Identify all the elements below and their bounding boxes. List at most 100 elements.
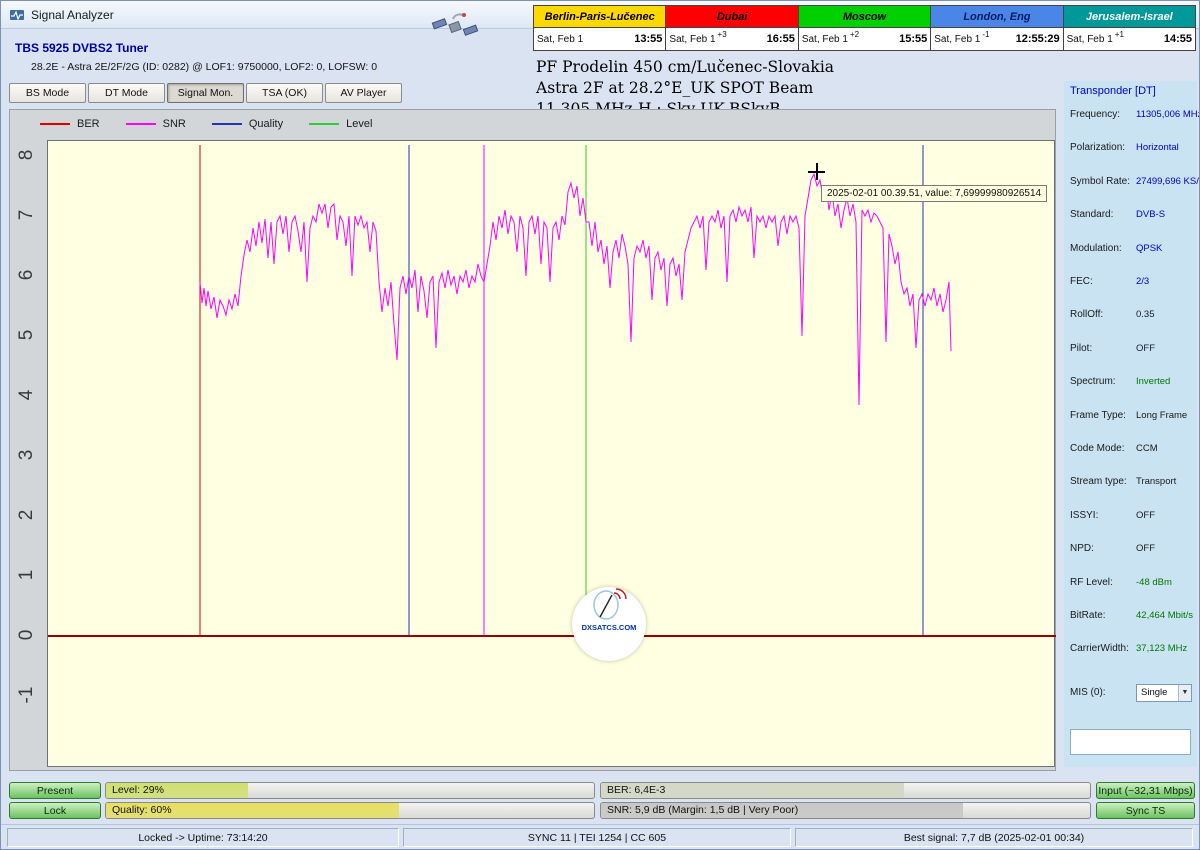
y-tick-2: 2 — [16, 502, 38, 528]
chevron-down-icon: ▼ — [1178, 685, 1191, 701]
field-label: Modulation: — [1070, 243, 1122, 254]
clock-time-row: Sat, Feb 113:55 — [534, 28, 665, 50]
chart-tooltip: 2025-02-01 00.39.51, value: 7,6999998092… — [821, 185, 1047, 202]
field-value: QPSK — [1136, 243, 1162, 254]
clock-date: Sat, Feb 1 — [1067, 34, 1113, 45]
clock-utc-offset: +1 — [1115, 28, 1124, 39]
y-tick--1: -1 — [16, 682, 38, 708]
field-label: Symbol Rate: — [1070, 176, 1130, 187]
field-value: DVB-S — [1136, 209, 1165, 220]
transponder-row-fec: FEC: 2/3 — [1064, 276, 1197, 292]
field-label: CarrierWidth: — [1070, 643, 1129, 654]
tuner-subtitle: 28.2E - Astra 2E/2F/2G (ID: 0282) @ LOF1… — [31, 61, 377, 73]
button-tsa-ok-[interactable]: TSA (OK) — [246, 83, 323, 103]
field-value: CCM — [1136, 443, 1158, 454]
legend-label: Quality — [249, 118, 283, 130]
clock-time-row: Sat, Feb 1+215:55 — [799, 28, 930, 50]
info-line-dish: PF Prodelin 450 cm/Lučenec-Slovakia — [536, 57, 834, 78]
crosshair-cursor — [808, 163, 825, 180]
button-bs-mode[interactable]: BS Mode — [9, 83, 86, 103]
button-signal-mon-[interactable]: Signal Mon. — [167, 83, 244, 103]
chart-svg — [48, 141, 1056, 768]
ber-bar-text: BER: 6,4E-3 — [607, 783, 665, 798]
legend-item-level: Level — [309, 118, 372, 130]
field-value: Horizontal — [1136, 142, 1179, 153]
legend-label: Level — [346, 118, 372, 130]
field-label: ISSYI: — [1070, 510, 1098, 521]
window-title: Signal Analyzer — [31, 8, 114, 22]
transponder-row-issyi: ISSYI: OFF — [1064, 510, 1197, 526]
field-label: Spectrum: — [1070, 376, 1116, 387]
button-av-player[interactable]: AV Player — [325, 83, 402, 103]
transponder-row-carrierwidth: CarrierWidth: 37,123 MHz — [1064, 643, 1197, 659]
field-label: NPD: — [1070, 543, 1094, 554]
clock-date: Sat, Feb 1 — [934, 34, 980, 45]
app-icon — [9, 7, 25, 23]
mis-select[interactable]: Single▼ — [1136, 684, 1192, 702]
snr-bar: SNR: 5,9 dB (Margin: 1,5 dB | Very Poor) — [600, 802, 1091, 819]
y-tick-1: 1 — [16, 562, 38, 588]
transponder-row-frametype: Frame Type: Long Frame — [1064, 410, 1197, 426]
info-line-satellite: Astra 2F at 28.2°E_UK SPOT Beam — [536, 78, 834, 99]
field-label: Frequency: — [1070, 109, 1120, 120]
level-bar-text: Level: 29% — [112, 783, 164, 798]
sync-ts-indicator: Sync TS — [1096, 802, 1195, 819]
world-clocks: Berlin-Paris-LučenecSat, Feb 113:55Dubai… — [534, 5, 1196, 51]
y-tick-7: 7 — [16, 202, 38, 228]
y-tick-6: 6 — [16, 262, 38, 288]
clock-date: Sat, Feb 1 — [537, 34, 583, 45]
transponder-row-symbolrate: Symbol Rate: 27499,696 KS/s — [1064, 176, 1197, 192]
transponder-row-polarization: Polarization:Horizontal — [1064, 142, 1197, 158]
clock-date: Sat, Feb 1 — [669, 34, 715, 45]
field-value: OFF — [1136, 510, 1155, 521]
clock-berlin-paris-lu-enec: Berlin-Paris-LučenecSat, Feb 113:55 — [533, 5, 666, 51]
field-label: RollOff: — [1070, 309, 1103, 320]
field-value: OFF — [1136, 543, 1155, 554]
legend-label: BER — [77, 118, 100, 130]
transponder-row-rolloff: RollOff: 0.35 — [1064, 309, 1197, 325]
transponder-row-bitrate: BitRate:42,464 Mbit/s — [1064, 610, 1197, 626]
field-value: 27499,696 KS/s — [1136, 176, 1200, 187]
level-bar: Level: 29% — [105, 782, 595, 799]
field-label: Frame Type: — [1070, 410, 1126, 421]
button-dt-mode[interactable]: DT Mode — [88, 83, 165, 103]
transponder-row-pilot: Pilot:OFF — [1064, 343, 1197, 359]
field-label: Stream type: — [1070, 476, 1127, 487]
signal-chart: BER SNR Quality Level 8 7 6 5 4 3 2 1 0 -1 DXSATCS.C… — [9, 109, 1056, 771]
field-value: Long Frame — [1136, 410, 1187, 421]
ber-bar: BER: 6,4E-3 — [600, 782, 1091, 799]
chart-plot-area[interactable] — [47, 140, 1055, 767]
legend-label: SNR — [163, 118, 186, 130]
watermark-text: DXSATCS.COM — [582, 623, 637, 632]
transponder-row-codemode: Code Mode:CCM — [1064, 443, 1197, 459]
present-indicator: Present — [9, 782, 101, 799]
field-label: FEC: — [1070, 276, 1093, 287]
clock-date: Sat, Feb 1 — [802, 34, 848, 45]
dxsatcs-watermark: DXSATCS.COM — [572, 587, 646, 661]
clock-london-eng: London, EngSat, Feb 1-112:55:29 — [930, 5, 1063, 51]
y-tick-8: 8 — [16, 142, 38, 168]
clock-header: Berlin-Paris-Lučenec — [534, 6, 665, 28]
legend-swatch-level — [309, 123, 339, 125]
y-tick-3: 3 — [16, 442, 38, 468]
statusbar-lock-uptime: Locked -> Uptime: 73:14:20 — [7, 828, 399, 847]
input-bitrate-indicator: Input (~32,31 Mbps) — [1096, 782, 1195, 799]
field-value: 0.35 — [1136, 309, 1155, 320]
y-tick-0: 0 — [16, 622, 38, 648]
clock-utc-offset: +3 — [718, 28, 727, 39]
transponder-header: Transponder [DT] — [1070, 85, 1156, 97]
clock-time-row: Sat, Feb 1+316:55 — [666, 28, 797, 50]
transponder-row-spectrum: Spectrum:Inverted — [1064, 376, 1197, 392]
y-tick-5: 5 — [16, 322, 38, 348]
transponder-row-standard: Standard:DVB-S — [1064, 209, 1197, 225]
mode-button-row: BS ModeDT ModeSignal Mon.TSA (OK)AV Play… — [9, 83, 404, 103]
clock-utc-offset: -1 — [982, 28, 989, 39]
satellite-icon — [431, 7, 479, 49]
transponder-empty-listbox[interactable] — [1070, 729, 1191, 755]
statusbar-sync-counters: SYNC 11 | TEI 1254 | CC 605 — [403, 828, 791, 847]
field-value: -48 dBm — [1136, 577, 1172, 588]
y-tick-4: 4 — [16, 382, 38, 408]
field-value: 2/3 — [1136, 276, 1149, 287]
transponder-row-npd: NPD: OFF — [1064, 543, 1197, 559]
field-value: 37,123 MHz — [1136, 643, 1187, 654]
